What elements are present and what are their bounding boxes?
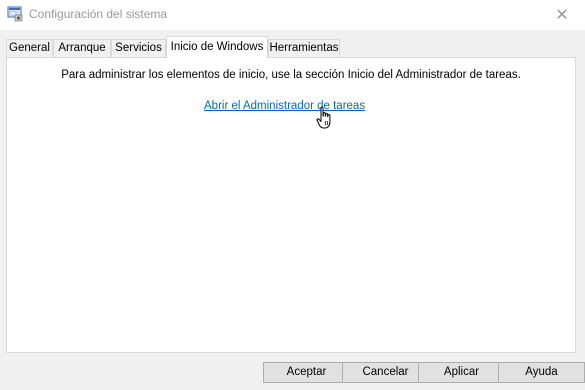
msconfig-icon [7, 6, 23, 22]
help-button[interactable]: Ayuda [498, 362, 585, 383]
apply-button[interactable]: Aplicar [418, 362, 505, 383]
tab-startup[interactable]: Inicio de Windows [166, 36, 268, 58]
tab-boot[interactable]: Arranque [53, 39, 111, 57]
window-title: Configuración del sistema [29, 7, 168, 21]
tab-services[interactable]: Servicios [111, 39, 166, 57]
accept-button[interactable]: Aceptar [263, 362, 350, 383]
tab-general[interactable]: General [6, 39, 53, 57]
startup-message: Para administrar los elementos de inicio… [61, 69, 521, 81]
startup-panel: Para administrar los elementos de inicio… [6, 57, 576, 353]
hand-cursor-icon [316, 106, 334, 130]
title-bar: Configuración del sistema ✕ [0, 0, 585, 30]
open-task-manager-link[interactable]: Abrir el Administrador de tareas [204, 100, 365, 112]
tab-tools[interactable]: Herramientas [268, 39, 340, 57]
close-button[interactable]: ✕ [539, 0, 585, 30]
cancel-button[interactable]: Cancelar [342, 362, 429, 383]
close-icon: ✕ [555, 7, 569, 24]
